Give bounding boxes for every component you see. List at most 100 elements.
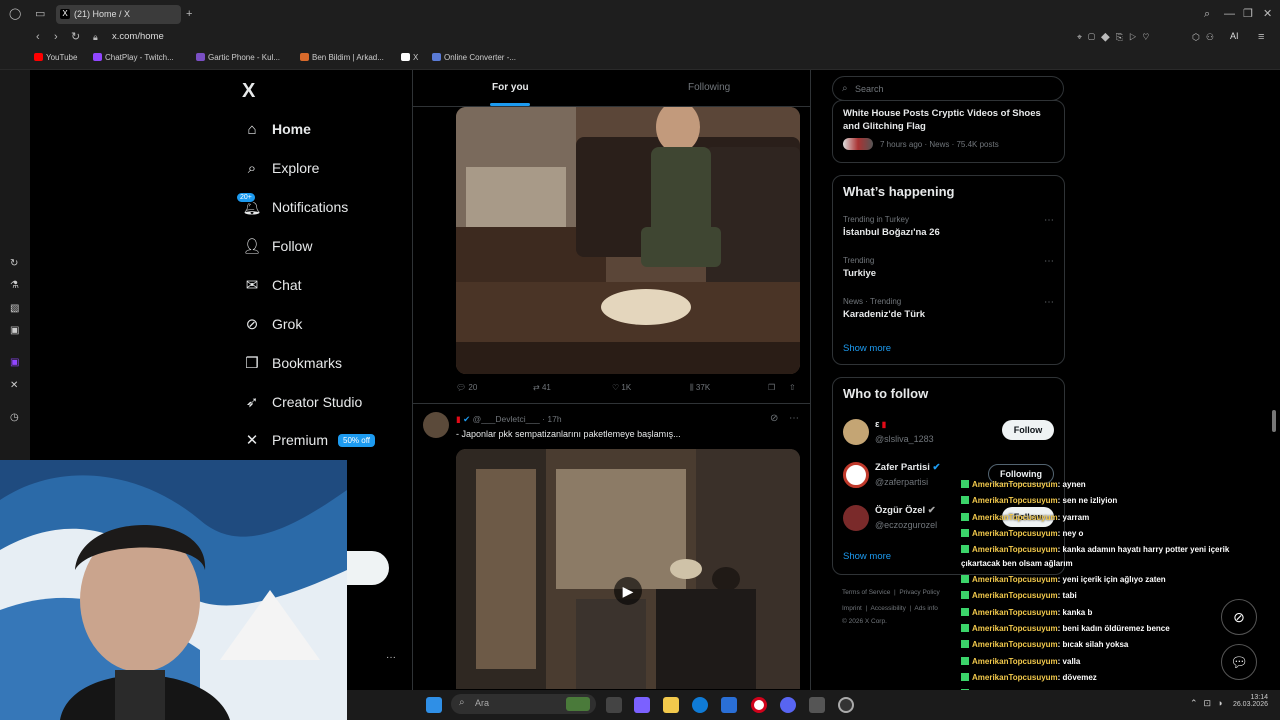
chat-badge-icon	[961, 673, 969, 681]
footer-link[interactable]: Privacy Policy	[899, 589, 939, 596]
url-text[interactable]: x.com/home	[112, 31, 164, 42]
trend-more-icon[interactable]: ⋯	[1044, 256, 1054, 267]
opera-icon[interactable]	[751, 697, 767, 713]
bookmark-item[interactable]: X	[401, 53, 418, 62]
avatar[interactable]	[843, 462, 869, 488]
bookmark-item[interactable]: Ben Bildim | Arkad...	[300, 53, 384, 62]
avatar[interactable]	[843, 419, 869, 445]
reply-action[interactable]: 💬︎ 20	[456, 383, 477, 392]
share-icon[interactable]: ⇧	[789, 383, 796, 392]
ai-button[interactable]: AI	[1230, 31, 1239, 41]
footer-link[interactable]: Terms of Service	[842, 589, 890, 596]
messages-fab-icon[interactable]: 💬︎	[1221, 644, 1257, 680]
clock-icon[interactable]: ◷	[10, 412, 19, 423]
system-tray-icons[interactable]: ⌃⊡◑	[1190, 698, 1229, 709]
account-more-icon[interactable]: ···	[386, 652, 396, 663]
follow-name[interactable]: ε ▮	[875, 419, 886, 430]
tab-following[interactable]: Following	[688, 82, 730, 93]
nav-creator-studio[interactable]: ➶ Creator Studio	[242, 387, 363, 417]
heart-icon: ♡	[612, 383, 620, 392]
app-icon[interactable]	[838, 697, 854, 713]
bookmark-item[interactable]: YouTube	[34, 53, 77, 62]
avatar[interactable]	[423, 412, 449, 438]
views-action[interactable]: ⫼ 37K	[690, 383, 710, 393]
bookmark-item[interactable]: Online Converter -...	[432, 53, 516, 62]
x-sidebar-icon[interactable]: ✕	[10, 380, 18, 391]
search-tabs-icon[interactable]: ⌕	[1204, 8, 1210, 20]
back-icon[interactable]: ‹	[36, 31, 40, 43]
bookmark-action-icon[interactable]: ❒	[768, 383, 775, 392]
post-video[interactable]: ▶	[456, 449, 800, 689]
trend-item[interactable]: News · Trending Karadeniz'de Türk	[843, 297, 925, 320]
follow-name[interactable]: Zafer Partisi ✔	[875, 462, 941, 473]
grok-post-icon[interactable]: ⊘	[770, 413, 778, 424]
footer-link[interactable]: Ads info	[914, 605, 938, 612]
post-more-icon[interactable]: ⋯	[789, 413, 799, 424]
tab-title: (21) Home / X	[74, 9, 131, 19]
trend-item[interactable]: Trending in Turkey İstanbul Boğazı'na 26	[843, 215, 940, 238]
footer-link[interactable]: Imprint	[842, 605, 862, 612]
start-icon[interactable]	[426, 697, 442, 713]
footer-link[interactable]: Accessibility	[870, 605, 905, 612]
follow-name[interactable]: Özgür Özel ✔	[875, 505, 936, 516]
edge-icon[interactable]	[692, 697, 708, 713]
like-action[interactable]: ♡ 1K	[612, 383, 631, 392]
bookmark-item[interactable]: ChatPlay - Twitch...	[93, 53, 174, 62]
bookmark-item[interactable]: Gartic Phone - Kul...	[196, 53, 280, 62]
search-input[interactable]: ⌕ Search	[832, 76, 1064, 101]
news-card[interactable]: White House Posts Cryptic Videos of Shoe…	[832, 100, 1065, 163]
task-view-icon[interactable]	[606, 697, 622, 713]
opera-logo-icon[interactable]: ◯	[9, 8, 21, 20]
history-icon[interactable]: ↻	[10, 258, 18, 269]
twitch-icon[interactable]: ▣	[10, 357, 19, 368]
post-image[interactable]	[456, 107, 800, 374]
show-more-link[interactable]: Show more	[843, 551, 891, 562]
tab-manager-icon[interactable]: ▭	[35, 8, 45, 20]
maximize-icon[interactable]: ❐	[1243, 8, 1253, 20]
trend-more-icon[interactable]: ⋯	[1044, 297, 1054, 308]
trend-more-icon[interactable]: ⋯	[1044, 215, 1054, 226]
cube-icon[interactable]: ▧	[10, 303, 19, 314]
new-tab-icon[interactable]: +	[186, 8, 192, 20]
tab-for-you[interactable]: For you	[492, 82, 529, 93]
follow-button[interactable]: Follow	[1002, 420, 1054, 440]
clock[interactable]: 13:14 26.03.2026	[1230, 694, 1268, 708]
post-button[interactable]	[347, 551, 389, 585]
avatar[interactable]	[843, 505, 869, 531]
trend-item[interactable]: Trending Turkiye	[843, 256, 876, 279]
nav-bookmarks[interactable]: ❒ Bookmarks	[242, 348, 342, 378]
nav-premium[interactable]: ✕ Premium 50% off	[242, 425, 375, 455]
nav-explore[interactable]: ⌕ Explore	[242, 153, 320, 183]
forward-icon[interactable]: ›	[54, 31, 58, 43]
chat-message: çıkartacak ben olsam ağlarım	[961, 559, 1073, 568]
chat-username: AmerikanTopcusuyum	[972, 513, 1058, 522]
nav-home[interactable]: ⌂ Home	[242, 114, 310, 144]
x-favicon-icon: X	[60, 9, 70, 19]
repost-action[interactable]: ⇄ 41	[533, 383, 551, 392]
file-explorer-icon[interactable]	[663, 697, 679, 713]
taskbar-search[interactable]: ⌕ Ara	[451, 694, 596, 714]
flask-icon[interactable]: ⚗	[10, 280, 19, 291]
obs-icon[interactable]	[809, 697, 825, 713]
menu-icon[interactable]: ≡	[1258, 31, 1264, 43]
show-more-link[interactable]: Show more	[843, 343, 891, 354]
scrollbar-thumb[interactable]	[1272, 410, 1276, 432]
nav-chat[interactable]: ✉ Chat	[242, 270, 302, 300]
minimize-icon[interactable]: —	[1224, 8, 1235, 20]
store-icon[interactable]	[721, 697, 737, 713]
extension-icons[interactable]: ⌖▢◆⎘▷♡	[1077, 31, 1155, 43]
post-handle[interactable]: @___Devletci___	[473, 414, 540, 424]
toolbar-icons[interactable]: ⬡⚇	[1192, 31, 1220, 43]
discord-icon[interactable]	[780, 697, 796, 713]
browser-tab[interactable]: X (21) Home / X	[56, 5, 181, 24]
x-logo[interactable]: X	[242, 80, 255, 103]
close-icon[interactable]: ✕	[1263, 8, 1272, 20]
reload-icon[interactable]: ↻	[71, 31, 80, 43]
play-icon[interactable]: ▶	[614, 577, 642, 605]
grok-fab-icon[interactable]: ⊘	[1221, 599, 1257, 635]
nav-notifications[interactable]: 🔔︎ 20+ Notifications	[236, 192, 348, 222]
nav-follow[interactable]: 👤︎ Follow	[242, 231, 312, 261]
copilot-icon[interactable]	[634, 697, 650, 713]
nav-grok[interactable]: ⊘ Grok	[242, 309, 303, 339]
m-icon[interactable]: ▣	[10, 325, 19, 336]
